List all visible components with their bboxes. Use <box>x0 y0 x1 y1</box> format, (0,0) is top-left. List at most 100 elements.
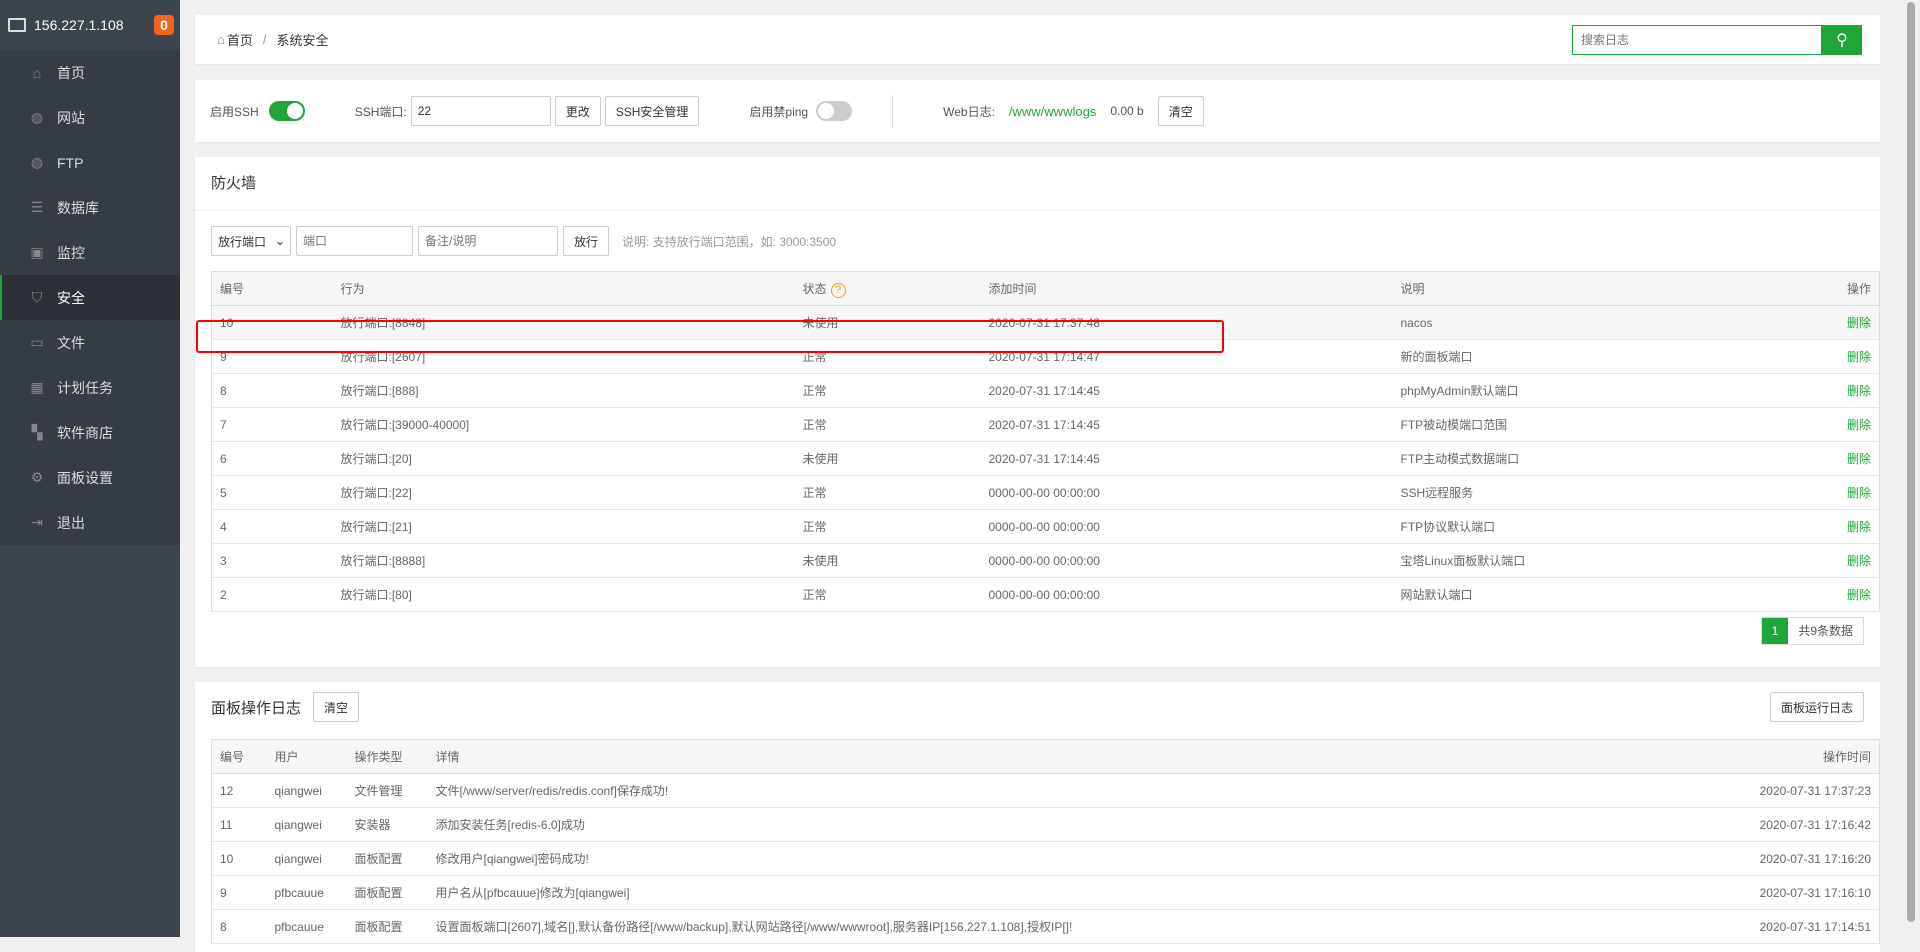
note-input[interactable] <box>418 226 558 256</box>
table-cell: qiangwei <box>266 841 347 876</box>
table-row: 3 放行端口:[8888] 未使用 0000-00-00 00:00:00 宝塔Linu… <box>211 543 1880 578</box>
sidebar-icon: ▣ <box>30 244 44 260</box>
sidebar-item[interactable]: ◍ FTP <box>0 140 180 185</box>
sidebar-icon: ▭ <box>30 334 44 350</box>
table-cell: 2020-07-31 17:14:47 <box>980 339 1393 374</box>
delete-link[interactable]: 删除 <box>1765 373 1880 408</box>
ssh-toggle[interactable] <box>268 101 305 121</box>
scrollbar-thumb[interactable] <box>1907 2 1915 922</box>
scrollbar[interactable] <box>1906 0 1916 937</box>
rule-type-value: 放行端口 <box>218 234 267 249</box>
table-cell: 修改用户[qiangwei]密码成功! <box>427 841 1640 876</box>
clear-weblog-button[interactable]: 清空 <box>1157 96 1204 126</box>
col-op: 操作 <box>1765 271 1880 306</box>
table-cell: 0000-00-00 00:00:00 <box>980 475 1393 510</box>
firewall-title: 防火墙 <box>195 157 1880 211</box>
table-cell: 网站默认端口 <box>1392 577 1766 612</box>
table-cell: 面板配置 <box>346 909 428 944</box>
sidebar-item[interactable]: ⇥ 退出 <box>0 500 180 545</box>
sidebar-item[interactable]: ▭ 文件 <box>0 320 180 365</box>
table-row: 8 放行端口:[888] 正常 2020-07-31 17:14:45 phpMyAdm… <box>211 373 1880 408</box>
table-row: 5 放行端口:[22] 正常 0000-00-00 00:00:00 SSH远程服务 删除 <box>211 475 1880 510</box>
col-time: 操作时间 <box>1639 739 1880 774</box>
table-cell: 2020-07-31 17:16:20 <box>1639 841 1880 876</box>
table-cell: 0000-00-00 00:00:00 <box>980 543 1393 578</box>
help-icon[interactable]: ? <box>830 282 846 298</box>
delete-link[interactable]: 删除 <box>1765 441 1880 476</box>
table-cell: 11 <box>211 807 267 842</box>
table-cell: 正常 <box>794 509 981 544</box>
table-cell: SSH远程服务 <box>1392 475 1766 510</box>
allow-port-button[interactable]: 放行 <box>563 226 610 256</box>
clear-log-button[interactable]: 清空 <box>313 692 360 722</box>
sidebar-item[interactable]: ▣ 监控 <box>0 230 180 275</box>
table-cell: 新的面板端口 <box>1392 339 1766 374</box>
table-cell: 9 <box>211 339 333 374</box>
delete-link[interactable]: 删除 <box>1765 475 1880 510</box>
sidebar-item[interactable]: ◍ 网站 <box>0 95 180 140</box>
table-cell: pfbcauue <box>266 875 347 910</box>
search-button[interactable]: ⚲ <box>1822 25 1862 55</box>
table-row: 11 qiangwei 安装器 添加安装任务[redis-6.0]成功 2020-07-… <box>211 807 1880 842</box>
ssh-port-input[interactable] <box>410 96 551 126</box>
table-cell: 6 <box>211 441 333 476</box>
table-cell: 放行端口:[80] <box>332 577 795 612</box>
table-cell: 7 <box>211 407 333 442</box>
table-cell: 宝塔Linux面板默认端口 <box>1392 543 1766 578</box>
table-cell: 2020-07-31 17:14:45 <box>980 373 1393 408</box>
table-row: 9 放行端口:[2607] 正常 2020-07-31 17:14:47 新的面板端口删… <box>211 339 1880 374</box>
delete-link[interactable]: 删除 <box>1765 543 1880 578</box>
table-row: 7 放行端口:[39000-40000] 正常 2020-07-31 17:14:45… <box>211 407 1880 442</box>
delete-link[interactable]: 删除 <box>1765 339 1880 374</box>
breadcrumb-home[interactable]: 首页 <box>227 30 253 49</box>
sidebar-item[interactable]: ▦ 计划任务 <box>0 365 180 410</box>
search-input[interactable] <box>1572 25 1822 55</box>
run-log-button[interactable]: 面板运行日志 <box>1769 692 1864 722</box>
table-cell: pfbcauue <box>266 909 347 944</box>
table-row: 9 pfbcauue 面板配置 用户名从[pfbcauue]修改为[qiangwei]… <box>211 875 1880 910</box>
sidebar-item-label: 软件商店 <box>57 424 113 441</box>
sidebar-item[interactable]: ☰ 数据库 <box>0 185 180 230</box>
sidebar-item[interactable]: ⚙ 面板设置 <box>0 455 180 500</box>
delete-link[interactable]: 删除 <box>1765 577 1880 612</box>
table-row: 6 放行端口:[20] 未使用 2020-07-31 17:14:45 FTP主动模式数… <box>211 441 1880 476</box>
table-cell: 8 <box>211 909 267 944</box>
port-input[interactable] <box>296 226 413 256</box>
table-row: 12 qiangwei 文件管理 文件[/www/server/redis/redis… <box>211 773 1880 808</box>
breadcrumb: ⌂ 首页 / 系统安全 ⚲ <box>195 15 1880 64</box>
table-cell: FTP被动模端口范围 <box>1392 407 1766 442</box>
weblog-size: 0.00 b <box>1110 104 1144 118</box>
change-port-button[interactable]: 更改 <box>554 96 601 126</box>
table-cell: 文件管理 <box>346 773 428 808</box>
delete-link[interactable]: 删除 <box>1765 305 1880 340</box>
divider <box>892 95 894 127</box>
table-cell: 未使用 <box>794 305 981 340</box>
sidebar-item-label: FTP <box>57 154 84 171</box>
table-cell: 10 <box>211 305 333 340</box>
sidebar-icon: ⚙ <box>30 469 44 485</box>
table-cell: 2020-07-31 17:16:42 <box>1639 807 1880 842</box>
page-current[interactable]: 1 <box>1761 618 1789 644</box>
col-user: 用户 <box>266 739 347 774</box>
col-action: 行为 <box>332 271 795 306</box>
sidebar-item[interactable]: ⌂ 首页 <box>0 50 180 95</box>
table-cell: 10 <box>211 841 267 876</box>
table-cell: 添加安装任务[redis-6.0]成功 <box>427 807 1640 842</box>
delete-link[interactable]: 删除 <box>1765 407 1880 442</box>
ping-toggle[interactable] <box>816 101 853 121</box>
sidebar-item[interactable]: ▚ 软件商店 <box>0 410 180 455</box>
table-cell: 放行端口:[21] <box>332 509 795 544</box>
ping-label: 启用禁ping <box>749 104 809 119</box>
weblog-path-link[interactable]: /www/wwwlogs <box>1009 104 1096 119</box>
table-cell: 放行端口:[20] <box>332 441 795 476</box>
sidebar-item[interactable]: ⛉ 安全 <box>0 275 180 320</box>
delete-link[interactable]: 删除 <box>1765 509 1880 544</box>
sidebar-item-label: 计划任务 <box>57 379 113 396</box>
sidebar-item-label: 网站 <box>57 109 85 126</box>
table-cell: nacos <box>1392 305 1766 340</box>
message-badge[interactable]: 0 <box>154 15 174 35</box>
log-table: 编号 用户 操作类型 详情 操作时间 12 qiangwei 文件管理 文件[/www… <box>211 739 1880 944</box>
rule-type-select[interactable]: 放行端口 ⌄ <box>211 226 291 256</box>
table-cell: 文件[/www/server/redis/redis.conf]保存成功! <box>427 773 1640 808</box>
ssh-manage-button[interactable]: SSH安全管理 <box>604 96 700 126</box>
